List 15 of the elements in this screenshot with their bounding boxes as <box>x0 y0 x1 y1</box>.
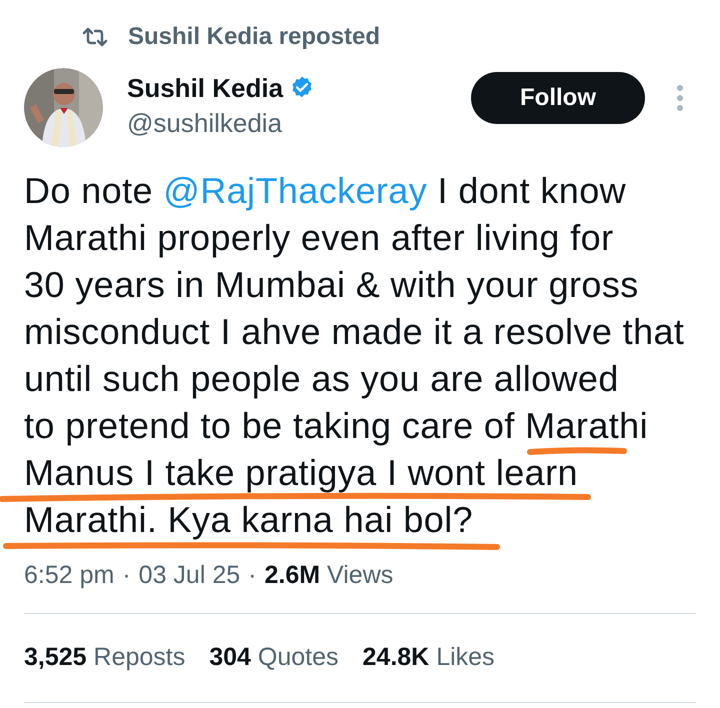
stat-link[interactable]: 304 Quotes <box>209 638 339 676</box>
separator-dot: · <box>122 560 131 591</box>
author-handle: @sushilkedia <box>127 110 284 136</box>
author-name[interactable]: Sushil Kedia <box>127 75 284 101</box>
post-time[interactable]: 6:52 pm <box>24 557 114 594</box>
follow-button[interactable]: Follow <box>471 72 645 124</box>
separator-dot: · <box>248 560 256 591</box>
stat-link[interactable]: 3,525 Reposts <box>24 638 186 676</box>
post-date[interactable]: 03 Jul 25 <box>138 557 240 594</box>
repost-banner-text: Sushil Kedia reposted <box>128 25 380 49</box>
repost-icon <box>82 26 108 48</box>
tweet-text: Do note @RajThackeray I dont know Marathi properly even after living for 30 years in Mumbai & with your gross misconduct I ahve made it a resolve that until such people as you are allowed to pretend to be taking care of Marathi Manus I take pratigya I wont learn Marathi. Kya karna hai bol? <box>23 169 686 542</box>
view-count: 2.6M Views <box>264 560 394 591</box>
stat-link[interactable]: 24.8K Likes <box>362 638 495 676</box>
more-icon[interactable] <box>676 84 684 112</box>
